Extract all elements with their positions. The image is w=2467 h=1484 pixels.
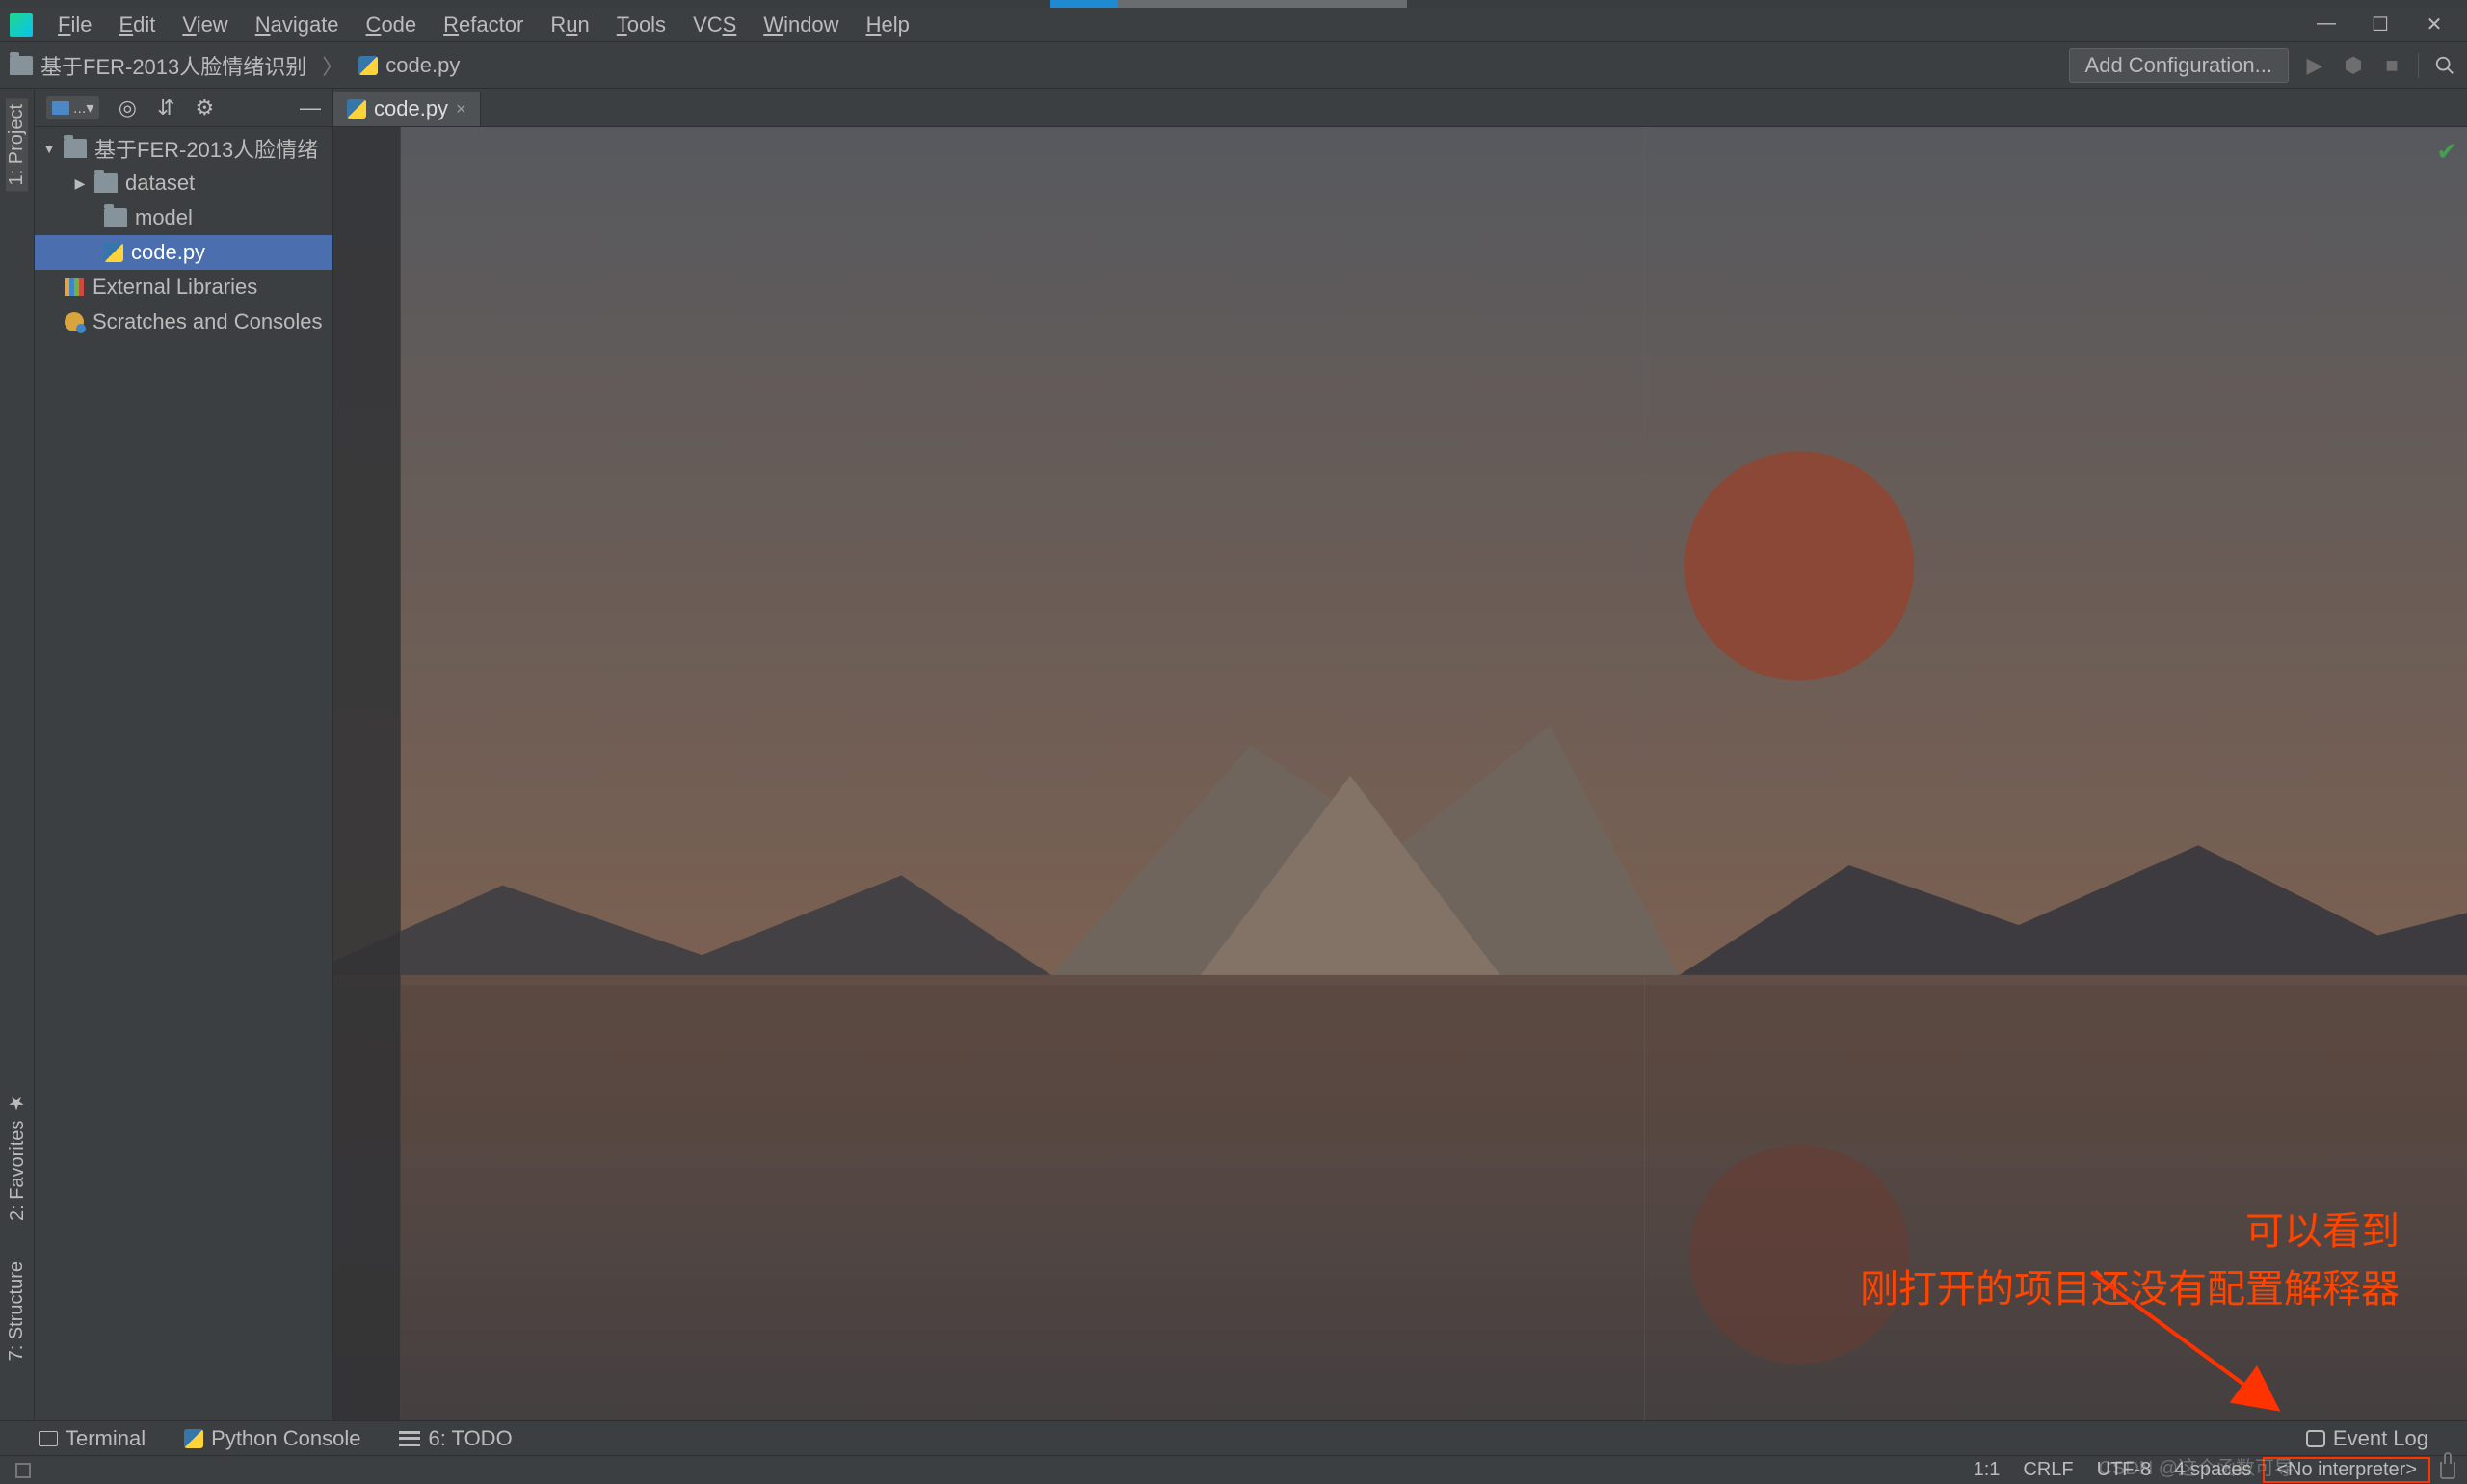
libraries-icon bbox=[65, 278, 84, 296]
scratches-icon bbox=[65, 312, 84, 331]
add-configuration-button[interactable]: Add Configuration... bbox=[2069, 48, 2289, 83]
status-caret-position[interactable]: 1:1 bbox=[1962, 1459, 2012, 1481]
tool-windows-toggle-icon[interactable] bbox=[15, 1463, 31, 1478]
tab-project[interactable]: 1: Project bbox=[6, 98, 28, 191]
close-tab-icon[interactable]: × bbox=[456, 99, 466, 119]
tab-structure[interactable]: 7: Structure bbox=[6, 1256, 28, 1366]
menu-refactor[interactable]: Refactor bbox=[430, 13, 537, 38]
tree-folder-dataset[interactable]: ▶ dataset bbox=[35, 166, 332, 200]
navigation-bar: 基于FER-2013人脸情绪识别 〉 code.py Add Configura… bbox=[0, 42, 2467, 89]
tree-folder-model[interactable]: model bbox=[35, 200, 332, 235]
select-opened-file-icon[interactable]: ◎ bbox=[117, 97, 138, 119]
python-file-icon bbox=[104, 243, 123, 262]
folder-icon bbox=[104, 208, 127, 227]
breadcrumb-separator: 〉 bbox=[314, 50, 351, 81]
left-tool-window-bar: 1: Project 2: Favorites ★ 7: Structure bbox=[0, 89, 35, 1434]
tab-favorites[interactable]: 2: Favorites ★ bbox=[6, 1086, 29, 1227]
window-close-icon[interactable]: ✕ bbox=[2407, 13, 2461, 37]
run-icon[interactable]: ▶ bbox=[2302, 53, 2327, 78]
editor-gutter bbox=[333, 127, 401, 1434]
event-log-icon bbox=[2306, 1430, 2325, 1447]
python-file-icon bbox=[358, 56, 378, 75]
project-view-selector[interactable]: ...▾ bbox=[46, 96, 99, 119]
editor-tab-bar: code.py × bbox=[333, 89, 2467, 127]
folder-icon bbox=[52, 101, 69, 115]
debug-icon[interactable]: ⬢ bbox=[2341, 53, 2366, 78]
editor[interactable]: ✔ 可以看到 刚打开的项目还没有配置解释器 bbox=[333, 127, 2467, 1434]
python-console-icon bbox=[184, 1429, 203, 1448]
inspection-ok-icon[interactable]: ✔ bbox=[2436, 137, 2457, 167]
editor-area: code.py × bbox=[333, 89, 2467, 1434]
stop-icon[interactable]: ■ bbox=[2379, 53, 2404, 78]
lock-icon[interactable] bbox=[2440, 1462, 2455, 1479]
window-maximize-icon[interactable]: ☐ bbox=[2353, 13, 2407, 37]
tree-file-code[interactable]: code.py bbox=[35, 235, 332, 270]
folder-icon bbox=[94, 173, 118, 193]
tab-python-console[interactable]: Python Console bbox=[184, 1426, 360, 1451]
folder-icon bbox=[10, 56, 33, 75]
tab-event-log[interactable]: Event Log bbox=[2306, 1426, 2428, 1451]
menu-file[interactable]: File bbox=[44, 13, 105, 38]
menu-navigate[interactable]: Navigate bbox=[242, 13, 353, 38]
python-file-icon bbox=[347, 99, 366, 119]
menu-tools[interactable]: Tools bbox=[603, 13, 679, 38]
hide-icon[interactable]: — bbox=[300, 97, 321, 119]
project-tree: ▼ 基于FER-2013人脸情绪 ▶ dataset model code.py… bbox=[35, 127, 332, 1420]
todo-icon bbox=[399, 1431, 420, 1446]
menu-vcs[interactable]: VCS bbox=[679, 13, 750, 38]
tree-external-libraries[interactable]: External Libraries bbox=[35, 270, 332, 305]
bottom-tool-window-bar: Terminal Python Console 6: TODO Event Lo… bbox=[0, 1420, 2467, 1455]
window-minimize-icon[interactable]: ― bbox=[2299, 13, 2353, 37]
app-icon bbox=[10, 13, 33, 37]
search-icon[interactable] bbox=[2432, 53, 2457, 78]
tab-terminal[interactable]: Terminal bbox=[39, 1426, 146, 1451]
breadcrumb-root[interactable]: 基于FER-2013人脸情绪识别 bbox=[40, 50, 306, 81]
right-margin-line bbox=[1644, 127, 1645, 1434]
status-line-ending[interactable]: CRLF bbox=[2011, 1459, 2084, 1481]
collapse-all-icon[interactable]: ⇵ bbox=[155, 97, 176, 119]
menu-window[interactable]: Window bbox=[750, 13, 852, 38]
menu-run[interactable]: Run bbox=[537, 13, 602, 38]
title-bar bbox=[0, 0, 2467, 8]
editor-tab-code[interactable]: code.py × bbox=[333, 92, 481, 126]
menu-code[interactable]: Code bbox=[353, 13, 431, 38]
tab-todo[interactable]: 6: TODO bbox=[399, 1426, 512, 1451]
menu-edit[interactable]: Edit bbox=[105, 13, 169, 38]
annotation-arrow bbox=[2082, 1262, 2294, 1417]
menu-help[interactable]: Help bbox=[853, 13, 923, 38]
menu-bar: File Edit View Navigate Code Refactor Ru… bbox=[0, 8, 2467, 42]
terminal-icon bbox=[39, 1431, 58, 1446]
menu-view[interactable]: View bbox=[169, 13, 241, 38]
status-bar: 1:1 CRLF UTF-8 4 spaces <No interpreter> bbox=[0, 1455, 2467, 1484]
tree-root[interactable]: ▼ 基于FER-2013人脸情绪 bbox=[35, 131, 332, 166]
folder-icon bbox=[64, 139, 87, 158]
settings-gear-icon[interactable]: ⚙ bbox=[194, 97, 215, 119]
tree-scratches[interactable]: Scratches and Consoles bbox=[35, 305, 332, 339]
project-tool-window: ...▾ ◎ ⇵ ⚙ — ▼ 基于FER-2013人脸情绪 ▶ dataset … bbox=[35, 89, 333, 1434]
breadcrumb-file[interactable]: code.py bbox=[385, 53, 460, 78]
watermark-text: CSDN @这个函数可导 bbox=[2098, 1452, 2294, 1480]
